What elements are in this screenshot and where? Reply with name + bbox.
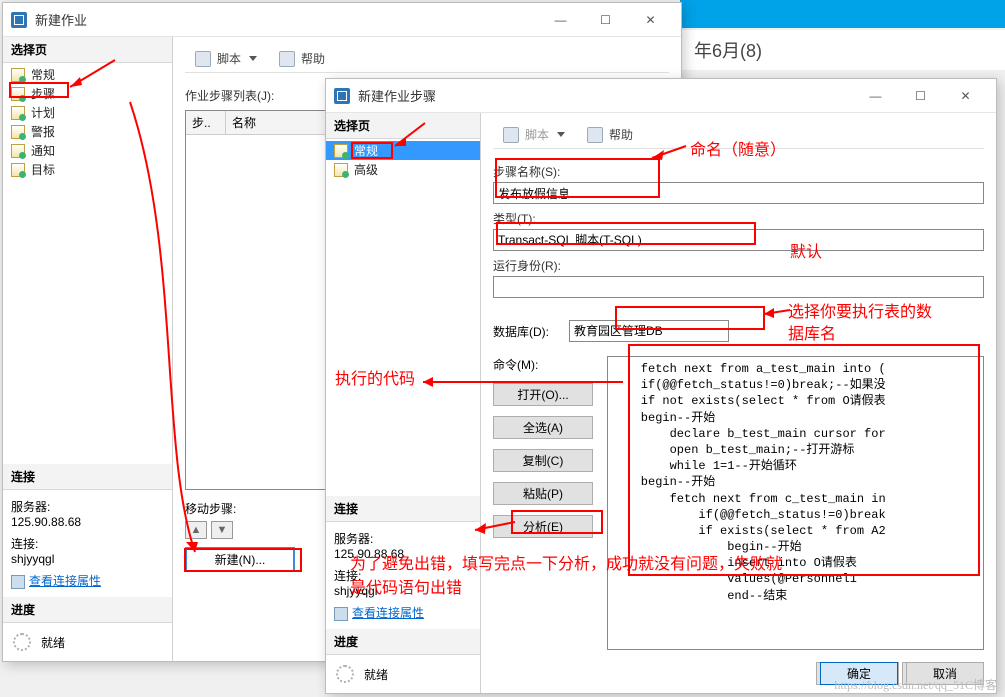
move-down-button[interactable]: ▼ [211, 521, 233, 539]
page-icon [11, 125, 25, 139]
close-button[interactable]: ✕ [628, 5, 673, 35]
server-label: 服务器: [11, 498, 164, 515]
titlebar[interactable]: 新建作业 — ☐ ✕ [3, 3, 681, 37]
connection-info: 服务器: 125.90.88.68 连接: shjyyqgl 查看连接属性 [326, 522, 480, 629]
window-title: 新建作业步骤 [358, 86, 853, 105]
app-icon [334, 88, 350, 104]
page-icon [11, 68, 25, 82]
dropdown-caret-icon[interactable] [557, 132, 565, 137]
sidebar: 选择页 常规 步骤 计划 警报 通知 目标 连接 服务器: 125.90.88.… [3, 37, 173, 661]
database-select[interactable]: 教育园区管理DB [569, 320, 729, 342]
conn-label: 连接: [11, 535, 164, 552]
sidebar-item-alerts[interactable]: 警报 [3, 122, 172, 141]
sidebar-header: 选择页 [326, 113, 480, 139]
toolbar: 脚本 帮助 [185, 45, 669, 73]
command-textarea[interactable]: fetch next from a_test_main into ( if(@@… [607, 356, 984, 650]
runas-select[interactable] [493, 276, 984, 298]
help-label[interactable]: 帮助 [609, 126, 633, 143]
sidebar: 选择页 常规 高级 连接 服务器: 125.90.88.68 连接: shjyy… [326, 113, 481, 693]
conn-label: 连接: [334, 567, 472, 584]
type-select[interactable]: Transact-SQL 脚本(T-SQL) [493, 229, 984, 251]
toolbar: 脚本 帮助 [493, 121, 984, 149]
script-label[interactable]: 脚本 [525, 126, 549, 143]
ready-label: 就绪 [364, 666, 388, 683]
progress-spinner-icon [13, 633, 31, 651]
connection-info: 服务器: 125.90.88.68 连接: shjyyqgl 查看连接属性 [3, 490, 172, 597]
script-icon [195, 51, 211, 67]
col-step: 步.. [186, 111, 226, 134]
script-label[interactable]: 脚本 [217, 50, 241, 67]
page-icon [11, 87, 25, 101]
dropdown-caret-icon[interactable] [249, 56, 257, 61]
step-name-label: 步骤名称(S): [493, 163, 984, 180]
page-icon [11, 163, 25, 177]
connection-header: 连接 [3, 464, 172, 490]
sidebar-item-advanced[interactable]: 高级 [326, 160, 480, 179]
runas-label: 运行身份(R): [493, 257, 984, 274]
connection-header: 连接 [326, 496, 480, 522]
parse-button[interactable]: 分析(E) [493, 515, 593, 538]
progress-area: 就绪 [3, 623, 172, 661]
bg-date-label: 年6月(8) [680, 30, 1005, 70]
minimize-button[interactable]: — [538, 5, 583, 35]
sidebar-item-notifications[interactable]: 通知 [3, 141, 172, 160]
close-button[interactable]: ✕ [943, 81, 988, 111]
page-icon [11, 106, 25, 120]
move-up-button[interactable]: ▲ [185, 521, 207, 539]
sidebar-item-general[interactable]: 常规 [3, 65, 172, 84]
main-panel: 脚本 帮助 步骤名称(S): 类型(T): Transact-SQL 脚本(T-… [481, 113, 996, 693]
maximize-button[interactable]: ☐ [898, 81, 943, 111]
select-all-button[interactable]: 全选(A) [493, 416, 593, 439]
sidebar-item-schedules[interactable]: 计划 [3, 103, 172, 122]
sidebar-pages: 常规 高级 [326, 139, 480, 181]
db-label: 数据库(D): [493, 323, 549, 340]
server-value: 125.90.88.68 [11, 515, 164, 529]
sidebar-item-general[interactable]: 常规 [326, 141, 480, 160]
view-connection-link[interactable]: 查看连接属性 [352, 606, 424, 620]
open-button[interactable]: 打开(O)... [493, 383, 593, 406]
window-title: 新建作业 [35, 10, 538, 29]
ready-label: 就绪 [41, 634, 65, 651]
page-icon [334, 163, 348, 177]
script-icon [503, 127, 519, 143]
progress-header: 进度 [3, 597, 172, 623]
new-job-step-window: 新建作业步骤 — ☐ ✕ 选择页 常规 高级 连接 服务器: 125.90.88… [325, 78, 997, 694]
maximize-button[interactable]: ☐ [583, 5, 628, 35]
progress-spinner-icon [336, 665, 354, 683]
titlebar[interactable]: 新建作业步骤 — ☐ ✕ [326, 79, 996, 113]
command-label: 命令(M): [493, 356, 593, 373]
sidebar-header: 选择页 [3, 37, 172, 63]
sidebar-item-targets[interactable]: 目标 [3, 160, 172, 179]
watermark: https://blog.csdn.net/qq_51C博客 [834, 676, 997, 693]
server-label: 服务器: [334, 530, 472, 547]
page-icon [334, 144, 348, 158]
minimize-button[interactable]: — [853, 81, 898, 111]
conn-value: shjyyqgl [11, 552, 164, 566]
paste-button[interactable]: 粘贴(P) [493, 482, 593, 505]
type-label: 类型(T): [493, 210, 984, 227]
step-name-input[interactable] [493, 182, 984, 204]
help-icon [587, 127, 603, 143]
server-value: 125.90.88.68 [334, 547, 472, 561]
view-connection-link[interactable]: 查看连接属性 [29, 574, 101, 588]
progress-area: 就绪 [326, 655, 480, 693]
conn-value: shjyyqgl [334, 584, 472, 598]
help-icon [279, 51, 295, 67]
copy-button[interactable]: 复制(C) [493, 449, 593, 472]
sidebar-pages: 常规 步骤 计划 警报 通知 目标 [3, 63, 172, 181]
app-icon [11, 12, 27, 28]
connection-icon [334, 607, 348, 621]
connection-icon [11, 575, 25, 589]
bg-header-strip [680, 0, 1005, 28]
page-icon [11, 144, 25, 158]
sidebar-item-steps[interactable]: 步骤 [3, 84, 172, 103]
progress-header: 进度 [326, 629, 480, 655]
help-label[interactable]: 帮助 [301, 50, 325, 67]
new-step-button[interactable]: 新建(N)... [185, 547, 295, 572]
